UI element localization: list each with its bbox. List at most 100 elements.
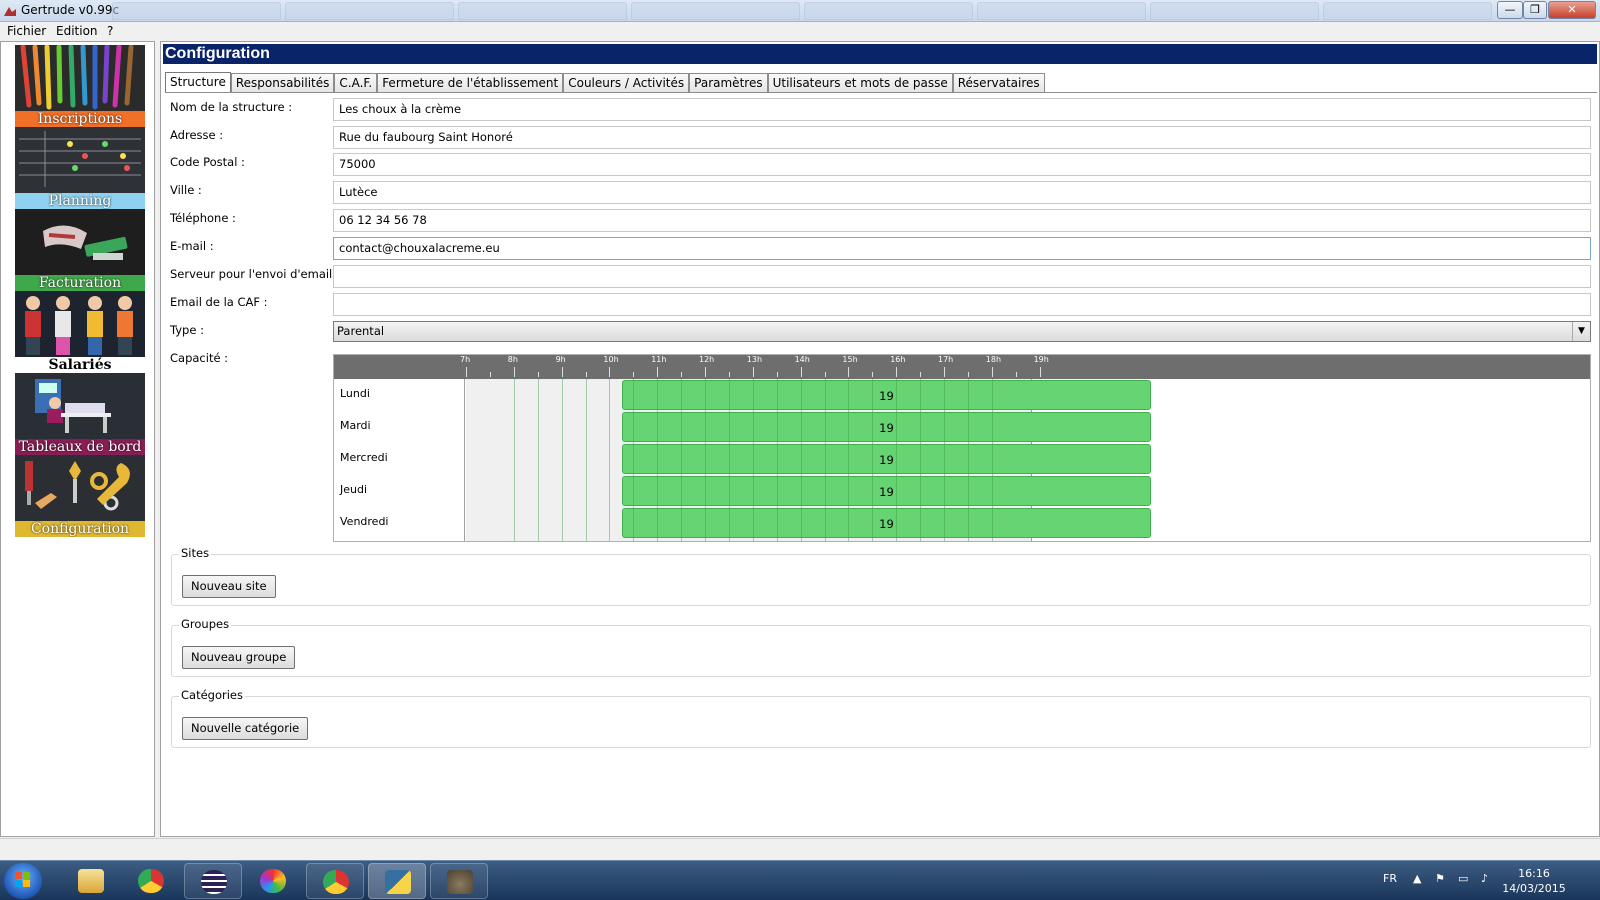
sidebar-item-label: Planning	[15, 193, 145, 209]
taskbar-chrome-window[interactable]	[306, 863, 364, 899]
address-label: Adresse :	[170, 128, 224, 142]
new-group-button[interactable]: Nouveau groupe	[182, 646, 296, 669]
capacity-value: 19	[879, 453, 894, 467]
menu-bar: Fichier Edition ?	[0, 22, 1600, 41]
postal-code-label: Code Postal :	[170, 155, 245, 169]
day-label: Mardi	[340, 419, 371, 432]
timeline-area: 19 19 19 19 19	[466, 379, 1151, 541]
sidebar-item-configuration[interactable]: Configuration	[15, 455, 145, 537]
grid-line	[728, 379, 730, 541]
menu-edition[interactable]: Edition	[56, 24, 98, 38]
groups-group: Groupes Nouveau groupe	[171, 617, 1591, 677]
half-hour-tick	[1015, 372, 1017, 377]
show-hidden-icons-icon[interactable]: ▲	[1413, 872, 1421, 885]
flag-icon[interactable]: ⚑	[1435, 872, 1445, 885]
grid-line	[920, 379, 922, 541]
sidebar-item-salaries[interactable]: Salariés	[15, 291, 145, 373]
hour-tick	[991, 367, 993, 377]
sites-group: Sites Nouveau site	[171, 546, 1591, 606]
type-select[interactable]: Parental ▼	[333, 321, 1591, 342]
clock-date: 14/03/2015	[1502, 882, 1566, 895]
pencils-icon	[15, 45, 145, 111]
grid-line	[633, 379, 635, 541]
gimp-icon	[447, 870, 473, 894]
phone-field[interactable]: 06 12 34 56 78	[333, 209, 1591, 232]
sidebar-item-label: Facturation	[15, 275, 145, 291]
tab-reservataires[interactable]: Réservataires	[952, 73, 1045, 93]
hour-tick	[800, 367, 802, 377]
sidebar-item-planning[interactable]: Planning	[15, 127, 145, 209]
sidebar-item-label: Configuration	[15, 521, 145, 537]
day-label: Jeudi	[340, 483, 368, 496]
taskbar-picasa[interactable]	[244, 863, 302, 899]
chevron-down-icon[interactable]: ▼	[1572, 322, 1590, 341]
day-label: Mercredi	[340, 451, 388, 464]
tab-couleurs-activites[interactable]: Couleurs / Activités	[563, 73, 690, 93]
chrome-icon	[138, 869, 164, 893]
grid-line	[872, 379, 874, 541]
network-icon[interactable]: ▭	[1458, 872, 1468, 885]
taskbar-chrome[interactable]	[122, 863, 180, 899]
tab-utilisateurs[interactable]: Utilisateurs et mots de passe	[767, 73, 953, 93]
grid-line	[991, 379, 993, 541]
tab-parametres[interactable]: Paramètres	[689, 73, 768, 93]
taskbar-gimp[interactable]	[430, 863, 488, 899]
half-hour-tick	[824, 372, 826, 377]
tab-responsabilites[interactable]: Responsabilités	[230, 73, 335, 93]
categories-group: Catégories Nouvelle catégorie	[171, 688, 1591, 748]
taskbar-python-gertrude[interactable]	[368, 863, 426, 899]
maximize-button[interactable]: ❐	[1523, 1, 1547, 19]
language-indicator[interactable]: FR	[1383, 872, 1397, 885]
day-label: Vendredi	[340, 515, 389, 528]
city-field[interactable]: Lutèce	[333, 181, 1591, 204]
capacity-bar[interactable]: 19	[622, 444, 1151, 474]
minimize-button[interactable]: —	[1497, 1, 1523, 19]
capacity-bar[interactable]: 19	[622, 508, 1151, 538]
python-icon	[385, 870, 411, 894]
clock[interactable]: 16:16 14/03/2015	[1496, 866, 1572, 896]
hour-tick-label: 19h	[1033, 355, 1049, 364]
city-label: Ville :	[170, 183, 202, 197]
tab-caf[interactable]: C.A.F.	[334, 73, 378, 93]
menu-help[interactable]: ?	[107, 24, 113, 38]
new-category-button[interactable]: Nouvelle catégorie	[182, 717, 309, 740]
capacity-value: 19	[879, 517, 894, 531]
capacity-timeline[interactable]: 7h 8h 9h 10h 11h 12h 13h 14h 15h 16h 17h 18h 19h Lun…	[333, 354, 1591, 542]
menu-fichier[interactable]: Fichier	[7, 24, 46, 38]
hour-tick	[896, 367, 898, 377]
new-site-button[interactable]: Nouveau site	[182, 575, 276, 598]
eclipse-icon	[201, 870, 227, 894]
email-field[interactable]: contact@chouxalacreme.eu	[333, 237, 1591, 260]
start-button[interactable]	[4, 863, 42, 899]
ghost-tab	[458, 2, 627, 20]
address-field[interactable]: Rue du faubourg Saint Honoré	[333, 126, 1591, 149]
volume-icon[interactable]: ♪	[1481, 872, 1488, 885]
hour-tick	[752, 367, 754, 377]
taskbar-explorer[interactable]	[62, 863, 120, 899]
grid-line	[944, 379, 945, 541]
sidebar-item-facturation[interactable]: Facturation	[15, 209, 145, 291]
capacity-bar[interactable]: 19	[622, 412, 1151, 442]
phone-label: Téléphone :	[170, 211, 236, 225]
capacity-bar[interactable]: 19	[622, 476, 1151, 506]
taskbar-app-eclipse[interactable]	[184, 863, 242, 899]
sidebar-item-tableaux-de-bord[interactable]: Tableaux de bord	[15, 373, 145, 455]
grid-line	[585, 379, 587, 541]
tab-fermeture[interactable]: Fermeture de l'établissement	[377, 73, 564, 93]
structure-name-field[interactable]: Les choux à la crème	[333, 98, 1591, 121]
half-hour-tick	[537, 372, 539, 377]
tools-icon	[15, 455, 145, 521]
capacity-bar[interactable]: 19	[622, 380, 1151, 410]
ghost-tab	[631, 2, 800, 20]
caf-email-field[interactable]	[333, 293, 1591, 316]
grid-line	[537, 379, 539, 541]
half-hour-tick	[776, 372, 778, 377]
sidebar-item-inscriptions[interactable]: Inscriptions	[15, 45, 145, 127]
postal-code-field[interactable]: 75000	[333, 153, 1591, 176]
close-button[interactable]: ✕	[1548, 1, 1596, 19]
main-panel: Configuration Structure Responsabilités …	[160, 41, 1600, 837]
grid-line	[848, 379, 850, 541]
smtp-server-field[interactable]	[333, 265, 1591, 288]
tab-structure[interactable]: Structure	[165, 72, 231, 93]
hour-tick	[705, 367, 706, 377]
